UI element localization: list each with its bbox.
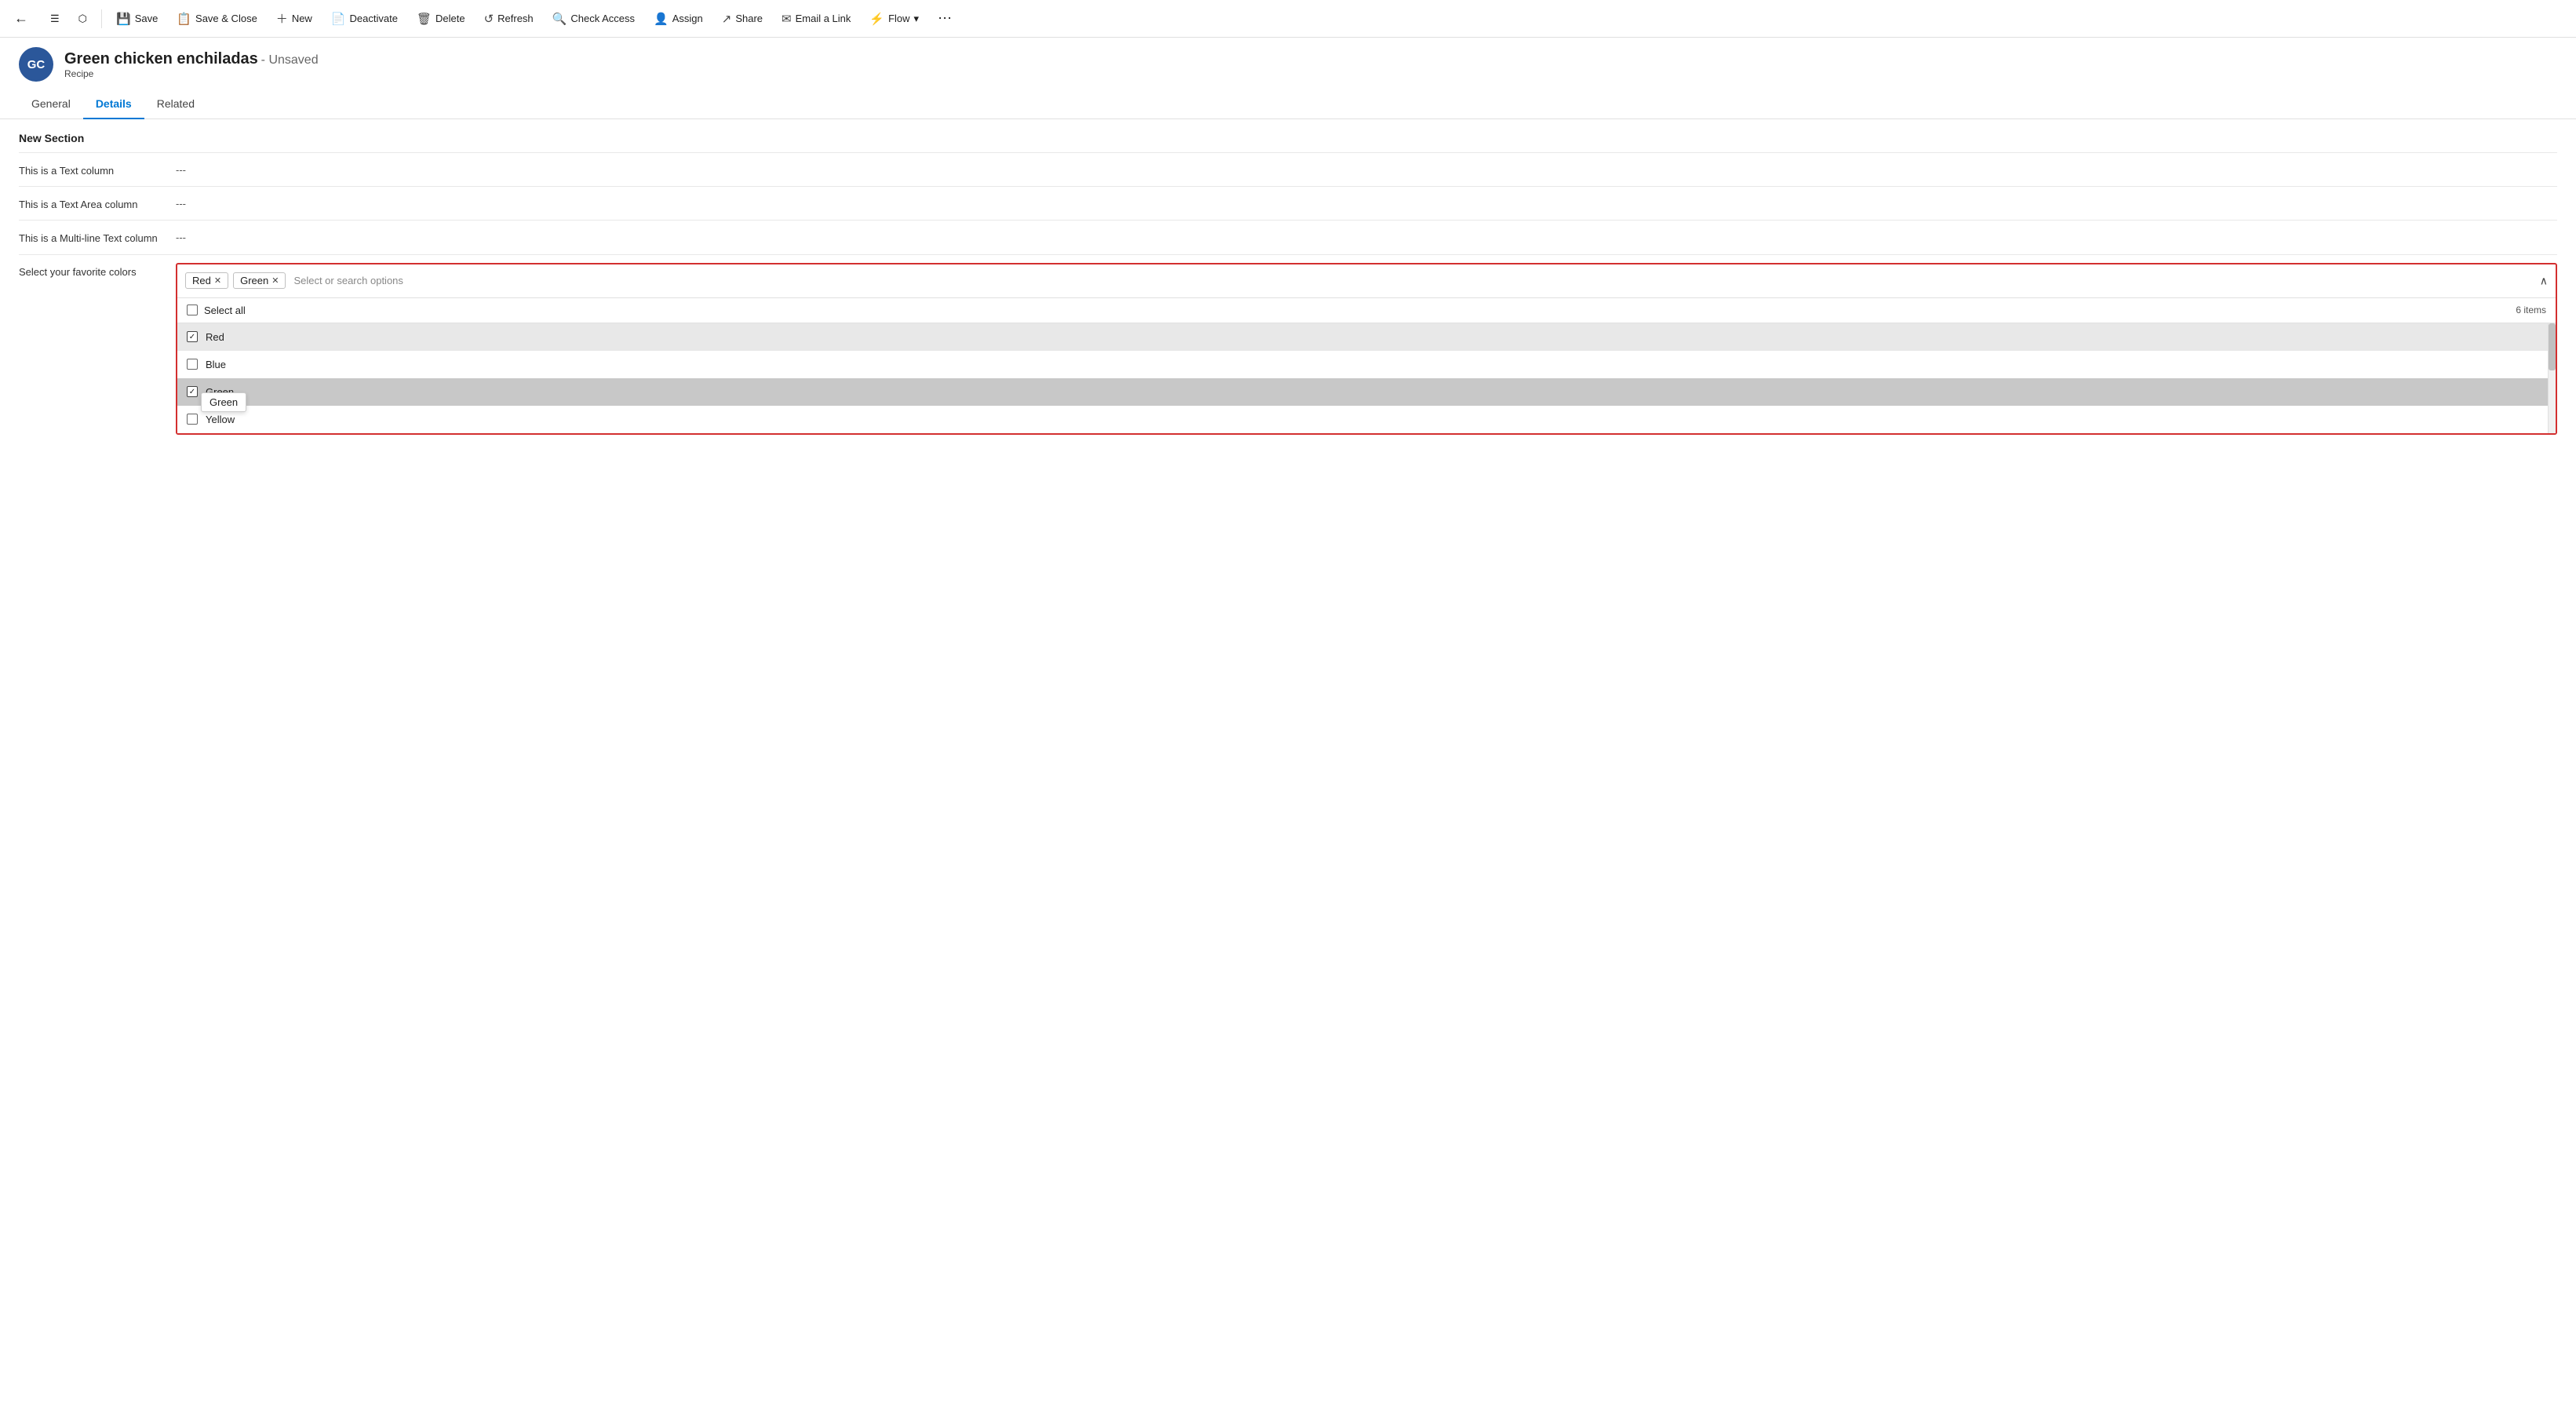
option-yellow-checkbox[interactable] <box>187 414 198 425</box>
colors-field-label: Select your favorite colors <box>19 263 176 278</box>
collapse-dropdown-icon[interactable]: ∧ <box>2540 274 2548 287</box>
option-yellow[interactable]: Yellow <box>177 406 2556 433</box>
avatar: GC <box>19 47 53 82</box>
record-type: Recipe <box>64 68 319 79</box>
option-blue[interactable]: Blue <box>177 351 2556 378</box>
tab-general[interactable]: General <box>19 89 83 119</box>
share-icon: ↗ <box>722 12 732 26</box>
refresh-button[interactable]: ↺ Refresh <box>476 7 541 31</box>
save-icon: 💾 <box>116 12 131 26</box>
dropdown-scroll-area: ✓ Red Blue ✓ Green <box>177 323 2556 433</box>
multiline-column-value: --- <box>176 228 186 243</box>
new-button[interactable]: ＋ New <box>268 5 320 31</box>
option-green[interactable]: ✓ Green Green <box>177 378 2556 406</box>
check-access-button[interactable]: 🔍 Check Access <box>545 7 643 31</box>
popout-button[interactable]: ⬡ <box>71 8 95 30</box>
section-header: New Section <box>19 119 2557 152</box>
textarea-column-value: --- <box>176 195 186 210</box>
divider-1 <box>101 9 102 28</box>
dropdown-header-row: Select all 6 items <box>177 298 2556 323</box>
record-title: Green chicken enchiladas <box>64 50 258 67</box>
flow-button[interactable]: ⚡ Flow ▾ <box>862 7 927 31</box>
tab-details[interactable]: Details <box>83 89 144 119</box>
search-placeholder: Select or search options <box>293 275 403 286</box>
tag-red[interactable]: Red ✕ <box>185 272 228 289</box>
email-link-button[interactable]: ✉ Email a Link <box>774 7 858 31</box>
refresh-icon: ↺ <box>484 12 494 26</box>
popout-icon: ⬡ <box>78 13 87 25</box>
text-column-label: This is a Text column <box>19 161 176 178</box>
check-access-icon: 🔍 <box>552 12 567 26</box>
flow-icon: ⚡ <box>869 12 884 26</box>
option-green-checkbox[interactable]: ✓ <box>187 386 198 397</box>
save-close-icon: 📋 <box>177 12 191 26</box>
new-icon: ＋ <box>276 10 288 27</box>
multiline-column-label: This is a Multi-line Text column <box>19 228 176 246</box>
scrollbar-thumb[interactable] <box>2549 323 2556 370</box>
record-unsaved-label: - Unsaved <box>261 53 319 67</box>
deactivate-icon: 📄 <box>331 12 346 26</box>
view-icon: ☰ <box>50 13 60 25</box>
select-all-checkbox[interactable] <box>187 305 198 315</box>
record-header: GC Green chicken enchiladas - Unsaved Re… <box>0 38 2576 82</box>
colors-multiselect-container[interactable]: Red ✕ Green ✕ Select or search options ∧… <box>176 263 2557 435</box>
delete-icon: 🗑 <box>417 12 432 26</box>
back-icon: ← <box>14 10 28 27</box>
tag-red-close[interactable]: ✕ <box>214 275 221 286</box>
more-actions-button[interactable]: ⋯ <box>930 5 960 31</box>
items-count: 6 items <box>2516 305 2546 315</box>
tag-green[interactable]: Green ✕ <box>233 272 286 289</box>
deactivate-button[interactable]: 📄 Deactivate <box>323 7 406 31</box>
tab-related[interactable]: Related <box>144 89 207 119</box>
colors-field-row: Select your favorite colors Red ✕ Green … <box>19 254 2557 443</box>
selected-tags-area[interactable]: Red ✕ Green ✕ Select or search options ∧ <box>177 264 2556 297</box>
form-row-multiline-column: This is a Multi-line Text column --- <box>19 220 2557 253</box>
toolbar: ← ☰ ⬡ 💾 Save 📋 Save & Close ＋ New 📄 Deac… <box>0 0 2576 38</box>
textarea-column-label: This is a Text Area column <box>19 195 176 212</box>
tabs: General Details Related <box>0 89 2576 119</box>
option-blue-checkbox[interactable] <box>187 359 198 370</box>
save-button[interactable]: 💾 Save <box>108 7 166 31</box>
flow-dropdown-icon: ▾ <box>914 13 920 25</box>
option-red-checkbox[interactable]: ✓ <box>187 331 198 342</box>
form-content: New Section This is a Text column --- Th… <box>0 119 2576 443</box>
select-all-label: Select all <box>204 305 246 316</box>
form-row-text-column: This is a Text column --- <box>19 152 2557 186</box>
select-all-row[interactable]: Select all <box>187 305 246 316</box>
delete-button[interactable]: 🗑 Delete <box>409 7 473 31</box>
option-red[interactable]: ✓ Red <box>177 323 2556 351</box>
save-close-button[interactable]: 📋 Save & Close <box>169 7 264 31</box>
scrollbar[interactable] <box>2548 323 2556 433</box>
share-button[interactable]: ↗ Share <box>714 7 771 31</box>
dropdown-list: Select all 6 items ✓ Red <box>177 297 2556 433</box>
view-toggle-button[interactable]: ☰ <box>42 8 67 30</box>
tag-green-close[interactable]: ✕ <box>271 275 279 286</box>
back-button[interactable]: ← <box>6 5 36 31</box>
green-tooltip: Green <box>201 392 246 412</box>
form-row-textarea-column: This is a Text Area column --- <box>19 186 2557 220</box>
email-icon: ✉ <box>782 12 792 26</box>
assign-icon: 👤 <box>654 12 669 26</box>
assign-button[interactable]: 👤 Assign <box>646 7 711 31</box>
text-column-value: --- <box>176 161 186 176</box>
